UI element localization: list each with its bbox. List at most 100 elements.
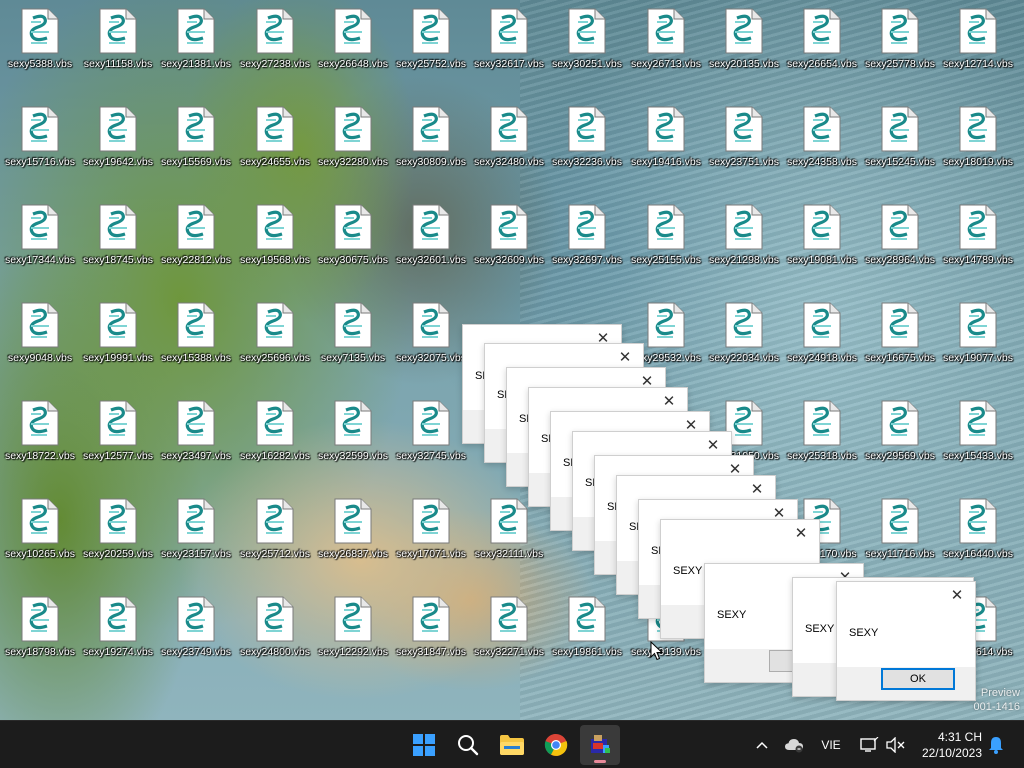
- desktop-icon[interactable]: sexy26837.vbs: [314, 498, 392, 568]
- desktop-icon[interactable]: sexy15245.vbs: [861, 106, 939, 176]
- close-icon[interactable]: ✕: [617, 350, 633, 366]
- close-icon[interactable]: ✕: [705, 438, 721, 454]
- search-button[interactable]: [448, 725, 488, 765]
- desktop-icon[interactable]: sexy12292.vbs: [314, 596, 392, 666]
- desktop-icon[interactable]: sexy16675.vbs: [861, 302, 939, 372]
- desktop-icon[interactable]: sexy23751.vbs: [705, 106, 783, 176]
- start-button[interactable]: [404, 725, 444, 765]
- desktop-icon[interactable]: sexy15569.vbs: [157, 106, 235, 176]
- desktop-icon[interactable]: sexy19861.vbs: [548, 596, 626, 666]
- chrome-button[interactable]: [536, 725, 576, 765]
- desktop-icon[interactable]: sexy26654.vbs: [783, 8, 861, 78]
- desktop-icon[interactable]: sexy18798.vbs: [1, 596, 79, 666]
- desktop-icon[interactable]: sexy30809.vbs: [392, 106, 470, 176]
- desktop-icon[interactable]: sexy24358.vbs: [783, 106, 861, 176]
- desktop-icon[interactable]: sexy19077.vbs: [939, 302, 1017, 372]
- message-box-title-bar[interactable]: ✕: [661, 520, 819, 550]
- message-box-title-bar[interactable]: ✕: [837, 582, 975, 612]
- desktop-icon[interactable]: sexy15716.vbs: [1, 106, 79, 176]
- desktop-icon[interactable]: sexy11716.vbs: [861, 498, 939, 568]
- desktop-icon[interactable]: sexy17344.vbs: [1, 204, 79, 274]
- desktop-icon[interactable]: sexy25712.vbs: [236, 498, 314, 568]
- desktop-icon[interactable]: sexy29569.vbs: [861, 400, 939, 470]
- desktop-icon-label: sexy23497.vbs: [160, 450, 232, 462]
- notifications-button[interactable]: [986, 733, 1006, 757]
- desktop-icon[interactable]: sexy26713.vbs: [627, 8, 705, 78]
- desktop-icon[interactable]: sexy32745.vbs: [392, 400, 470, 470]
- desktop-icon[interactable]: sexy25696.vbs: [236, 302, 314, 372]
- desktop-icon[interactable]: sexy10265.vbs: [1, 498, 79, 568]
- desktop-icon[interactable]: sexy14789.vbs: [939, 204, 1017, 274]
- desktop-icon[interactable]: sexy22812.vbs: [157, 204, 235, 274]
- desktop-icon[interactable]: sexy25778.vbs: [861, 8, 939, 78]
- desktop-icon[interactable]: sexy21381.vbs: [157, 8, 235, 78]
- desktop-icon[interactable]: sexy16282.vbs: [236, 400, 314, 470]
- close-icon[interactable]: ✕: [949, 588, 965, 604]
- desktop-icon[interactable]: sexy32280.vbs: [314, 106, 392, 176]
- desktop-icon-label: sexy16440.vbs: [942, 548, 1014, 560]
- desktop-icon[interactable]: sexy32601.vbs: [392, 204, 470, 274]
- desktop-icon[interactable]: sexy7135.vbs: [314, 302, 392, 372]
- desktop-icon[interactable]: sexy32697.vbs: [548, 204, 626, 274]
- desktop-icon[interactable]: sexy26648.vbs: [314, 8, 392, 78]
- desktop-icon[interactable]: sexy24800.vbs: [236, 596, 314, 666]
- desktop-icon[interactable]: sexy24655.vbs: [236, 106, 314, 176]
- desktop-icon[interactable]: sexy19642.vbs: [79, 106, 157, 176]
- desktop-icon[interactable]: sexy15433.vbs: [939, 400, 1017, 470]
- desktop-icon[interactable]: sexy11158.vbs: [79, 8, 157, 78]
- desktop-icon[interactable]: sexy9048.vbs: [1, 302, 79, 372]
- desktop-icon-label: sexy15388.vbs: [160, 352, 232, 364]
- desktop-icon[interactable]: sexy19416.vbs: [627, 106, 705, 176]
- desktop-icon[interactable]: sexy23749.vbs: [157, 596, 235, 666]
- desktop-icon[interactable]: sexy25752.vbs: [392, 8, 470, 78]
- desktop-icon[interactable]: sexy19568.vbs: [236, 204, 314, 274]
- desktop-icon[interactable]: sexy32075.vbs: [392, 302, 470, 372]
- desktop-icon[interactable]: sexy16440.vbs: [939, 498, 1017, 568]
- desktop-icon[interactable]: sexy25155.vbs: [627, 204, 705, 274]
- input-language-button[interactable]: VIE: [816, 733, 846, 757]
- desktop-icon[interactable]: sexy30675.vbs: [314, 204, 392, 274]
- desktop-icon[interactable]: sexy32480.vbs: [470, 106, 548, 176]
- volume-tray-button[interactable]: [884, 733, 906, 757]
- ok-button[interactable]: OK: [881, 668, 955, 690]
- desktop-icon[interactable]: sexy12714.vbs: [939, 8, 1017, 78]
- desktop-icon[interactable]: sexy15388.vbs: [157, 302, 235, 372]
- message-box[interactable]: ✕ SEXY OK: [836, 581, 976, 701]
- close-icon[interactable]: ✕: [793, 526, 809, 542]
- show-hidden-icons-button[interactable]: [752, 733, 772, 757]
- desktop-icon[interactable]: sexy32236.vbs: [548, 106, 626, 176]
- desktop-icon[interactable]: sexy32609.vbs: [470, 204, 548, 274]
- desktop-icon[interactable]: sexy18722.vbs: [1, 400, 79, 470]
- desktop-icon[interactable]: sexy28964.vbs: [861, 204, 939, 274]
- desktop-icon[interactable]: sexy25318.vbs: [783, 400, 861, 470]
- desktop-icon[interactable]: sexy31847.vbs: [392, 596, 470, 666]
- file-explorer-button[interactable]: [492, 725, 532, 765]
- desktop-icon[interactable]: sexy23157.vbs: [157, 498, 235, 568]
- desktop-icon[interactable]: sexy19081.vbs: [783, 204, 861, 274]
- script-host-button[interactable]: [580, 725, 620, 765]
- desktop-icon[interactable]: sexy19991.vbs: [79, 302, 157, 372]
- close-icon[interactable]: ✕: [749, 482, 765, 498]
- desktop-icon[interactable]: sexy20135.vbs: [705, 8, 783, 78]
- desktop-icon[interactable]: sexy32599.vbs: [314, 400, 392, 470]
- network-tray-button[interactable]: [858, 733, 880, 757]
- desktop-icon[interactable]: sexy18019.vbs: [939, 106, 1017, 176]
- desktop-icon[interactable]: sexy20259.vbs: [79, 498, 157, 568]
- desktop-icon[interactable]: sexy23497.vbs: [157, 400, 235, 470]
- desktop-icon[interactable]: sexy32271.vbs: [470, 596, 548, 666]
- desktop-icon[interactable]: sexy22034.vbs: [705, 302, 783, 372]
- desktop-icon[interactable]: sexy21298.vbs: [705, 204, 783, 274]
- taskbar-clock[interactable]: 4:31 CH 22/10/2023: [922, 729, 982, 761]
- desktop-icon[interactable]: sexy12577.vbs: [79, 400, 157, 470]
- desktop-icon[interactable]: sexy32111.vbs: [470, 498, 548, 568]
- desktop-icon[interactable]: sexy27238.vbs: [236, 8, 314, 78]
- desktop-icon[interactable]: sexy19274.vbs: [79, 596, 157, 666]
- close-icon[interactable]: ✕: [661, 394, 677, 410]
- desktop-icon[interactable]: sexy30251.vbs: [548, 8, 626, 78]
- desktop-icon[interactable]: sexy32617.vbs: [470, 8, 548, 78]
- onedrive-tray-button[interactable]: [782, 733, 806, 757]
- desktop-icon[interactable]: sexy24918.vbs: [783, 302, 861, 372]
- desktop-icon[interactable]: sexy17071.vbs: [392, 498, 470, 568]
- desktop-icon[interactable]: sexy5388.vbs: [1, 8, 79, 78]
- desktop-icon[interactable]: sexy18745.vbs: [79, 204, 157, 274]
